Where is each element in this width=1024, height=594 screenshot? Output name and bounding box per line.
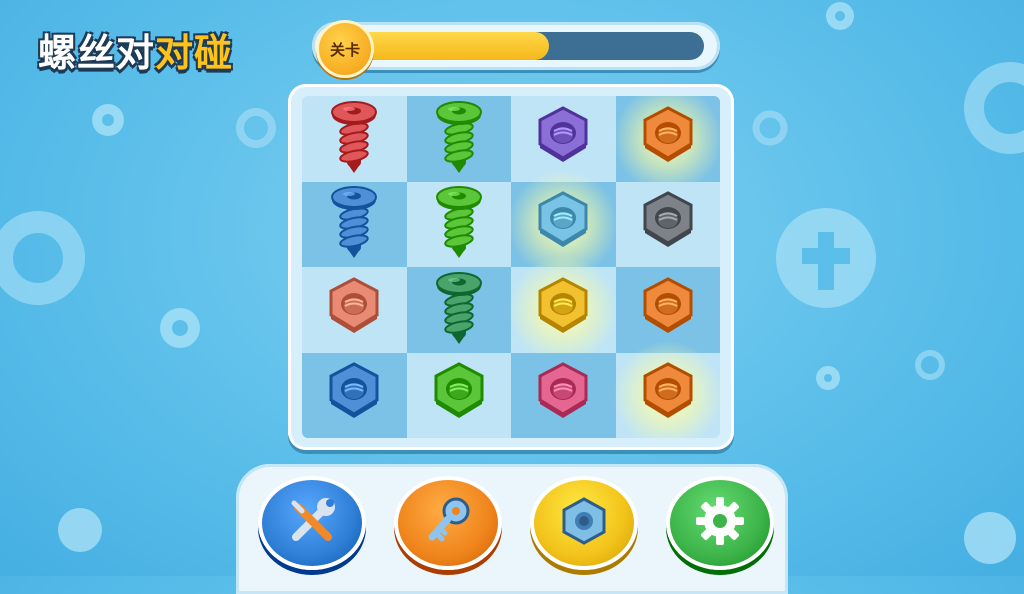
board-cell[interactable] [508,254,619,365]
level-badge: 关卡 [316,20,374,78]
board-cell[interactable] [615,181,720,267]
level-progress-bar: 关卡 [312,20,720,78]
screw-icon[interactable] [426,99,492,179]
screw-icon[interactable] [426,184,492,264]
nut-icon[interactable] [635,360,701,430]
nut-icon[interactable] [635,275,701,345]
board-cell[interactable] [511,352,616,438]
board-cell[interactable] [612,96,720,194]
nut-icon [556,493,612,553]
board-cell[interactable] [302,352,407,438]
settings-button[interactable] [666,476,774,570]
gear-icon [692,493,748,553]
screw-icon[interactable] [321,99,387,179]
level-progress-track [352,32,704,60]
level-progress-fill [352,32,550,60]
board-cell[interactable] [612,340,720,438]
nut-button[interactable] [530,476,638,570]
board-cell[interactable] [302,267,407,353]
key-button[interactable] [394,476,502,570]
level-label: 关卡 [329,40,360,59]
game-title-part1: 螺丝对 [38,31,156,75]
board-cell[interactable] [406,352,511,438]
nut-icon[interactable] [635,189,701,259]
board-cell[interactable] [302,96,407,182]
game-title-part2: 对碰 [155,31,234,75]
game-title: 螺丝对对碰 [38,22,233,77]
nut-icon[interactable] [635,104,701,174]
nut-icon[interactable] [530,104,596,174]
board-cell[interactable] [302,181,407,267]
screw-icon[interactable] [426,270,492,350]
screw-icon[interactable] [321,184,387,264]
nut-icon[interactable] [321,360,387,430]
tools-button[interactable] [258,476,366,570]
wrench-screwdriver-icon [284,493,340,553]
nut-icon[interactable] [321,275,387,345]
game-board [288,84,734,450]
nut-icon[interactable] [530,189,596,259]
key-icon [420,493,476,553]
board-cell[interactable] [406,267,511,353]
board-grid [302,96,720,438]
nut-icon[interactable] [530,275,596,345]
board-cell[interactable] [406,181,511,267]
nut-icon[interactable] [426,360,492,430]
board-cell[interactable] [406,96,511,182]
nut-icon[interactable] [530,360,596,430]
